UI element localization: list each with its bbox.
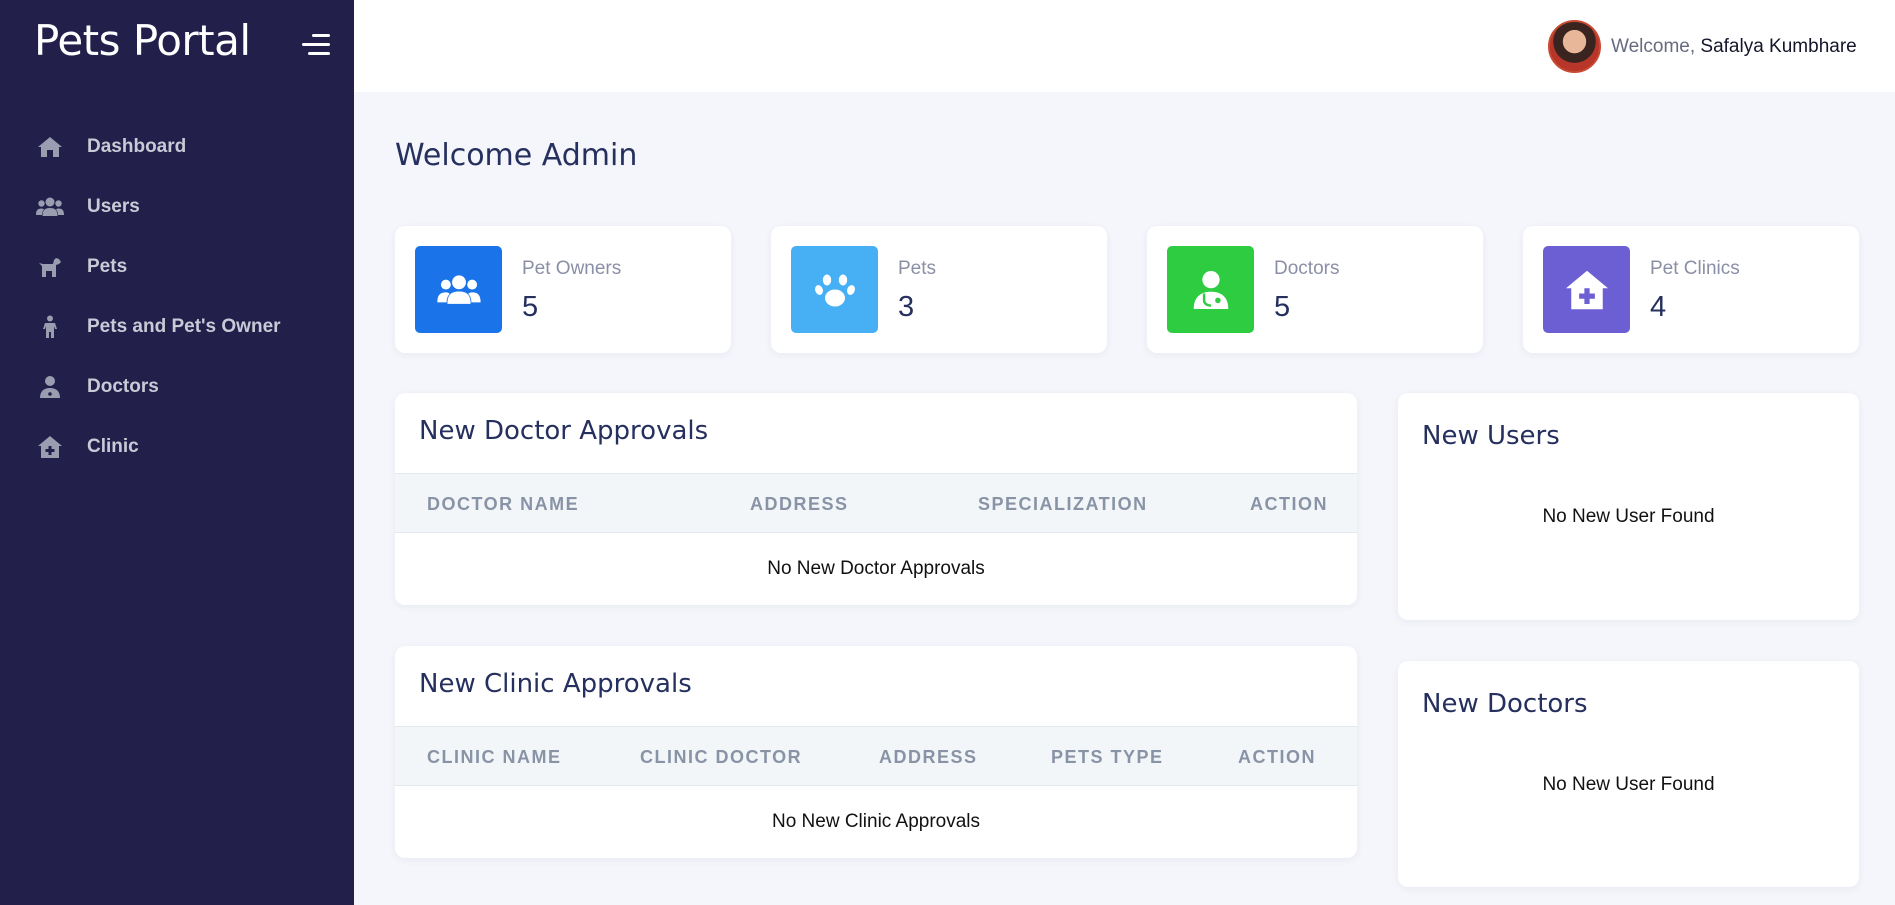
welcome-prefix: Welcome, bbox=[1611, 36, 1696, 57]
stat-label: Pet Owners bbox=[522, 258, 622, 279]
table-header: CLINIC NAME CLINIC DOCTOR ADDRESS PETS T… bbox=[395, 726, 1357, 786]
empty-message: No New Doctor Approvals bbox=[767, 558, 985, 579]
stat-card-pet-clinics[interactable]: Pet Clinics 4 bbox=[1523, 226, 1859, 353]
brand-title[interactable]: Pets Portal bbox=[34, 16, 251, 65]
dog-icon bbox=[36, 253, 64, 281]
panel-title: New Doctors bbox=[1422, 689, 1588, 719]
user-name: Safalya Kumbhare bbox=[1700, 36, 1857, 57]
column-header[interactable]: ACTION bbox=[1250, 494, 1328, 515]
sidebar-item-clinic[interactable]: Clinic bbox=[0, 417, 354, 477]
sidebar: Pets Portal Dashboard Users Pets Pets an… bbox=[0, 0, 354, 905]
page-title: Welcome Admin bbox=[395, 138, 638, 173]
empty-message: No New Clinic Approvals bbox=[771, 811, 981, 832]
new-doctors-panel: New Doctors No New User Found bbox=[1398, 661, 1859, 887]
doctor-icon bbox=[36, 373, 64, 401]
home-icon bbox=[36, 133, 64, 161]
column-header[interactable]: CLINIC NAME bbox=[427, 747, 562, 768]
column-header[interactable]: ADDRESS bbox=[879, 747, 978, 768]
sidebar-item-doctors[interactable]: Doctors bbox=[0, 357, 354, 417]
column-header[interactable]: ACTION bbox=[1238, 747, 1316, 768]
menu-toggle-icon[interactable] bbox=[302, 34, 330, 56]
users-icon bbox=[415, 246, 502, 333]
sidebar-item-label: Doctors bbox=[87, 376, 159, 397]
panel-title: New Clinic Approvals bbox=[419, 669, 692, 699]
stat-label: Doctors bbox=[1274, 258, 1340, 279]
sidebar-item-label: Users bbox=[87, 196, 140, 217]
stat-value: 3 bbox=[898, 291, 915, 323]
clinic-approvals-panel: New Clinic Approvals CLINIC NAME CLINIC … bbox=[395, 646, 1357, 858]
stat-value: 5 bbox=[522, 291, 539, 323]
sidebar-item-pets[interactable]: Pets bbox=[0, 237, 354, 297]
column-header[interactable]: DOCTOR NAME bbox=[427, 494, 579, 515]
user-welcome[interactable]: Welcome, Safalya Kumbhare bbox=[1611, 36, 1857, 58]
users-icon bbox=[36, 193, 64, 221]
sidebar-item-dashboard[interactable]: Dashboard bbox=[0, 117, 354, 177]
column-header[interactable]: SPECIALIZATION bbox=[978, 494, 1148, 515]
stat-card-pet-owners[interactable]: Pet Owners 5 bbox=[395, 226, 731, 353]
child-icon bbox=[36, 313, 64, 341]
empty-message: No New User Found bbox=[1542, 506, 1715, 527]
paw-icon bbox=[791, 246, 878, 333]
new-users-panel: New Users No New User Found bbox=[1398, 393, 1859, 620]
avatar[interactable] bbox=[1548, 20, 1601, 73]
doctor-approvals-panel: New Doctor Approvals DOCTOR NAME ADDRESS… bbox=[395, 393, 1357, 605]
clinic-icon bbox=[36, 433, 64, 461]
sidebar-item-label: Dashboard bbox=[87, 136, 187, 157]
sidebar-item-label: Pets and Pet's Owner bbox=[87, 316, 281, 337]
table-header: DOCTOR NAME ADDRESS SPECIALIZATION ACTIO… bbox=[395, 473, 1357, 533]
stat-card-doctors[interactable]: Doctors 5 bbox=[1147, 226, 1483, 353]
panel-title: New Doctor Approvals bbox=[419, 416, 709, 446]
sidebar-item-label: Pets bbox=[87, 256, 128, 277]
column-header[interactable]: PETS TYPE bbox=[1051, 747, 1164, 768]
column-header[interactable]: ADDRESS bbox=[750, 494, 849, 515]
panel-title: New Users bbox=[1422, 421, 1560, 451]
stat-value: 5 bbox=[1274, 291, 1291, 323]
clinic-icon bbox=[1543, 246, 1630, 333]
sidebar-item-label: Clinic bbox=[87, 436, 139, 457]
sidebar-item-users[interactable]: Users bbox=[0, 177, 354, 237]
stat-label: Pet Clinics bbox=[1650, 258, 1740, 279]
stat-card-pets[interactable]: Pets 3 bbox=[771, 226, 1107, 353]
sidebar-item-pets-and-owners[interactable]: Pets and Pet's Owner bbox=[0, 297, 354, 357]
sidebar-nav: Dashboard Users Pets Pets and Pet's Owne… bbox=[0, 117, 354, 477]
stat-label: Pets bbox=[898, 258, 937, 279]
stat-value: 4 bbox=[1650, 291, 1667, 323]
empty-message: No New User Found bbox=[1542, 774, 1715, 795]
column-header[interactable]: CLINIC DOCTOR bbox=[640, 747, 802, 768]
doctor-icon bbox=[1167, 246, 1254, 333]
